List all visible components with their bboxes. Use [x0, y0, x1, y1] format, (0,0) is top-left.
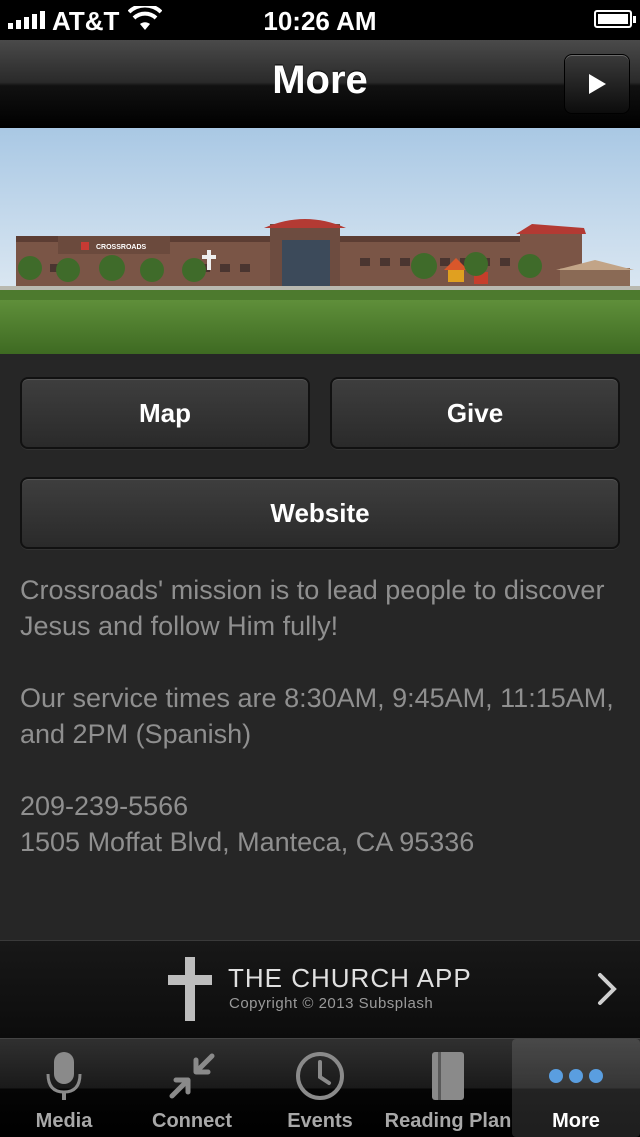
book-icon	[432, 1052, 464, 1100]
give-button[interactable]: Give	[330, 377, 620, 449]
tab-connect[interactable]: Connect	[128, 1039, 256, 1137]
play-button[interactable]	[564, 54, 630, 114]
connect-arrows-icon	[169, 1053, 215, 1099]
building-sign-text: CROSSROADS	[96, 244, 147, 251]
microphone-icon	[46, 1052, 82, 1100]
tab-label: More	[552, 1110, 600, 1132]
tab-label: Connect	[152, 1110, 232, 1132]
service-times-text: Our service times are 8:30AM, 9:45AM, 11…	[20, 683, 614, 749]
church-app-title: THE CHURCH APP	[228, 963, 472, 993]
website-button[interactable]: Website	[20, 477, 620, 549]
tab-more[interactable]: More	[512, 1039, 640, 1137]
address-text[interactable]: 1505 Moffat Blvd, Manteca, CA 95336	[20, 824, 620, 860]
more-dots-icon	[549, 1069, 603, 1083]
page-title: More	[272, 58, 368, 102]
tab-label: Media	[35, 1110, 93, 1132]
church-building-photo: CROSSROADS	[0, 128, 640, 354]
clock-icon	[296, 1052, 344, 1100]
copyright-text: Copyright © 2013 Subsplash	[229, 995, 434, 1012]
tab-bar: Media Connect Events Reading Plan More	[0, 1038, 640, 1137]
play-icon	[589, 74, 606, 94]
navigation-bar: More	[0, 40, 640, 129]
status-bar: AT&T 10:26 AM	[0, 0, 640, 40]
phone-number[interactable]: 209-239-5566	[20, 788, 620, 824]
tab-media[interactable]: Media	[0, 1039, 128, 1137]
church-info: Crossroads' mission is to lead people to…	[20, 572, 620, 860]
church-app-banner[interactable]: THE CHURCH APP Copyright © 2013 Subsplas…	[0, 940, 640, 1039]
tab-reading-plan[interactable]: Reading Plan	[384, 1039, 512, 1137]
tab-label: Reading Plan	[384, 1110, 512, 1132]
tab-label: Events	[287, 1110, 353, 1132]
map-button[interactable]: Map	[20, 377, 310, 449]
mission-text: Crossroads' mission is to lead people to…	[20, 575, 605, 641]
cross-icon	[168, 957, 212, 1021]
tab-events[interactable]: Events	[256, 1039, 384, 1137]
chevron-right-icon	[598, 973, 617, 1005]
battery-icon	[594, 10, 636, 28]
status-time: 10:26 AM	[263, 6, 377, 36]
